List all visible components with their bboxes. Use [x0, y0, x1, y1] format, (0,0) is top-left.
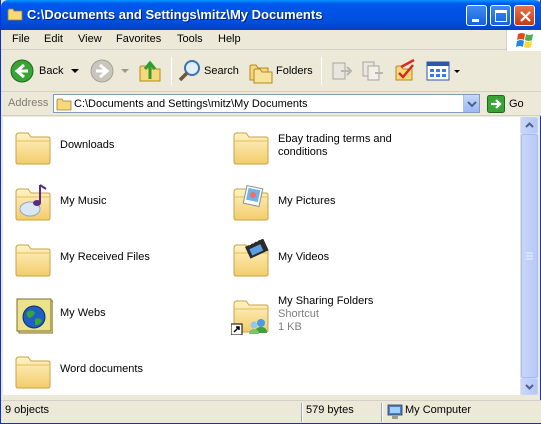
- vertical-scrollbar[interactable]: [520, 117, 538, 395]
- address-value: C:\Documents and Settings\mitz\My Docume…: [74, 98, 308, 110]
- pictures-folder-icon: [231, 184, 271, 223]
- address-label: Address: [8, 97, 49, 109]
- chevron-up-icon: [525, 122, 534, 128]
- window-title: C:\Documents and Settings\mitz\My Docume…: [27, 7, 323, 22]
- title-bar[interactable]: C:\Documents and Settings\mitz\My Docume…: [1, 0, 541, 30]
- file-list: Downloads Ebay trading terms and conditi…: [3, 117, 520, 395]
- menu-tools[interactable]: Tools: [177, 33, 203, 45]
- status-bar: 9 objects 579 bytes My Computer: [1, 400, 541, 423]
- move-to-button[interactable]: [328, 56, 356, 86]
- my-computer-icon: [387, 404, 403, 419]
- menu-file[interactable]: File: [12, 33, 30, 45]
- list-item[interactable]: My Music: [3, 179, 203, 223]
- list-item[interactable]: Word documents: [3, 347, 203, 391]
- grip-icon: [526, 252, 533, 260]
- status-location: My Computer: [405, 404, 472, 416]
- toolbar: Back Search Folders: [1, 51, 541, 92]
- scroll-down-button[interactable]: [521, 378, 538, 395]
- move-to-icon: [332, 62, 353, 80]
- folders-button[interactable]: Folders: [246, 56, 313, 86]
- folder-icon: [13, 351, 53, 391]
- status-size: 579 bytes: [306, 404, 354, 416]
- item-name: Word documents: [60, 363, 143, 375]
- undo-icon: [395, 59, 415, 81]
- folders-label: Folders: [276, 65, 313, 77]
- chevron-down-icon[interactable]: [454, 70, 460, 74]
- forward-button[interactable]: [87, 56, 131, 86]
- go-button[interactable]: Go: [485, 95, 535, 113]
- list-item[interactable]: My Videos: [221, 235, 421, 279]
- maximize-icon: [495, 10, 507, 22]
- views-icon: [426, 61, 450, 81]
- folder-icon: [7, 8, 23, 21]
- views-button[interactable]: [423, 56, 461, 86]
- toolbar-separator: [171, 57, 172, 85]
- item-name: My Music: [60, 195, 107, 207]
- chevron-down-icon[interactable]: [121, 69, 129, 75]
- shortcut-folder-icon: [231, 295, 271, 335]
- music-folder-icon: [13, 184, 53, 223]
- back-button[interactable]: Back: [7, 56, 82, 86]
- back-label: Back: [39, 65, 64, 77]
- folders-icon: [249, 64, 273, 84]
- webs-folder-icon: [16, 298, 53, 334]
- item-type: Shortcut: [278, 308, 319, 320]
- status-object-count: 9 objects: [5, 404, 50, 416]
- list-item[interactable]: Downloads: [3, 123, 203, 167]
- folder-icon: [56, 98, 72, 111]
- folder-icon: [13, 127, 53, 167]
- folder-icon: [231, 127, 271, 167]
- item-size: 1 KB: [278, 321, 302, 333]
- status-divider: [301, 403, 303, 422]
- copy-to-icon: [362, 61, 383, 81]
- forward-icon: [90, 59, 114, 83]
- list-item[interactable]: My Webs: [3, 291, 203, 335]
- scroll-thumb[interactable]: [521, 134, 538, 378]
- windows-logo-icon: [506, 30, 541, 52]
- toolbar-separator: [321, 57, 322, 85]
- go-label: Go: [509, 98, 524, 110]
- address-input[interactable]: C:\Documents and Settings\mitz\My Docume…: [53, 94, 480, 113]
- folder-icon: [13, 239, 53, 279]
- explorer-window: C:\Documents and Settings\mitz\My Docume…: [0, 0, 541, 424]
- close-icon: [520, 11, 531, 22]
- menu-edit[interactable]: Edit: [44, 33, 63, 45]
- address-dropdown-button[interactable]: [463, 95, 479, 112]
- list-item[interactable]: My Pictures: [221, 179, 421, 223]
- menu-view[interactable]: View: [78, 33, 102, 45]
- minimize-button[interactable]: [466, 5, 487, 26]
- list-item[interactable]: My Received Files: [3, 235, 203, 279]
- search-icon: [178, 60, 200, 82]
- menu-help[interactable]: Help: [218, 33, 241, 45]
- item-name: My Sharing Folders Shortcut 1 KB: [278, 295, 374, 333]
- copy-to-button[interactable]: [359, 56, 387, 86]
- chevron-down-icon[interactable]: [71, 69, 79, 75]
- item-name: My Videos: [278, 251, 330, 263]
- search-button[interactable]: Search: [175, 56, 241, 86]
- item-name: Ebay trading terms and conditions: [278, 133, 392, 158]
- undo-button[interactable]: [391, 56, 419, 86]
- chevron-down-icon: [467, 101, 477, 108]
- close-button[interactable]: [514, 5, 535, 26]
- videos-folder-icon: [231, 239, 269, 279]
- item-name: My Received Files: [60, 251, 150, 263]
- list-item[interactable]: My Sharing Folders Shortcut 1 KB: [221, 291, 421, 343]
- up-folder-icon: [139, 60, 161, 82]
- up-folder-button[interactable]: [137, 56, 167, 86]
- menu-favorites[interactable]: Favorites: [116, 33, 161, 45]
- back-icon: [10, 59, 34, 83]
- item-name: My Pictures: [278, 195, 336, 207]
- go-arrow-icon: [487, 95, 505, 113]
- item-name: My Webs: [60, 307, 106, 319]
- status-divider: [381, 403, 383, 422]
- maximize-button[interactable]: [490, 5, 511, 26]
- item-name: Downloads: [60, 139, 115, 151]
- minimize-icon: [472, 19, 479, 22]
- list-item[interactable]: Ebay trading terms and conditions: [221, 123, 461, 167]
- search-label: Search: [204, 65, 239, 77]
- scroll-up-button[interactable]: [521, 117, 538, 134]
- chevron-down-icon: [525, 384, 534, 390]
- menu-bar: File Edit View Favorites Tools Help: [1, 30, 541, 50]
- address-bar: Address C:\Documents and Settings\mitz\M…: [1, 92, 541, 116]
